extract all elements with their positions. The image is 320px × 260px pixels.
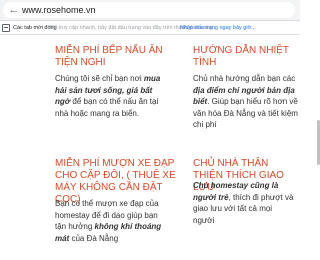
bike-description: Bạn có thể mượn xe đạp của homestay để đ… xyxy=(55,199,162,243)
import-bookmarks-link[interactable]: Nhập dấu trang ngay bây giờ... xyxy=(180,21,256,34)
url-text[interactable]: www.rosehome.vn xyxy=(22,4,96,16)
guide-heading: HƯỚNG DẪN NHIỆT TÌNH xyxy=(193,45,289,68)
tab-icon xyxy=(2,24,10,32)
guide-description: Chủ nhà hướng dẫn bạn các địa điểm chỉ n… xyxy=(193,74,298,129)
kitchen-description: Chúng tôi sẽ chỉ bạn nơi mua hải sản tươ… xyxy=(55,74,161,118)
address-bar[interactable]: ← www.rosehome.vn xyxy=(3,2,295,18)
host-description: Chủ homestay cũng là người trẻ, thích đi… xyxy=(193,181,294,225)
kitchen-heading: MIỄN PHÍ BẾP NẤU ĂN TIỆN NGHI xyxy=(55,45,163,68)
back-arrow-icon[interactable]: ← xyxy=(7,3,21,17)
bookmark-notification-bar: Các tab mới đóng Để truy cập nhanh, hãy … xyxy=(0,21,300,35)
page-content: MIỄN PHÍ BẾP NẤU ĂN TIỆN NGHI Chúng tôi … xyxy=(0,35,300,260)
browser-toolbar: ← www.rosehome.vn xyxy=(0,0,300,21)
